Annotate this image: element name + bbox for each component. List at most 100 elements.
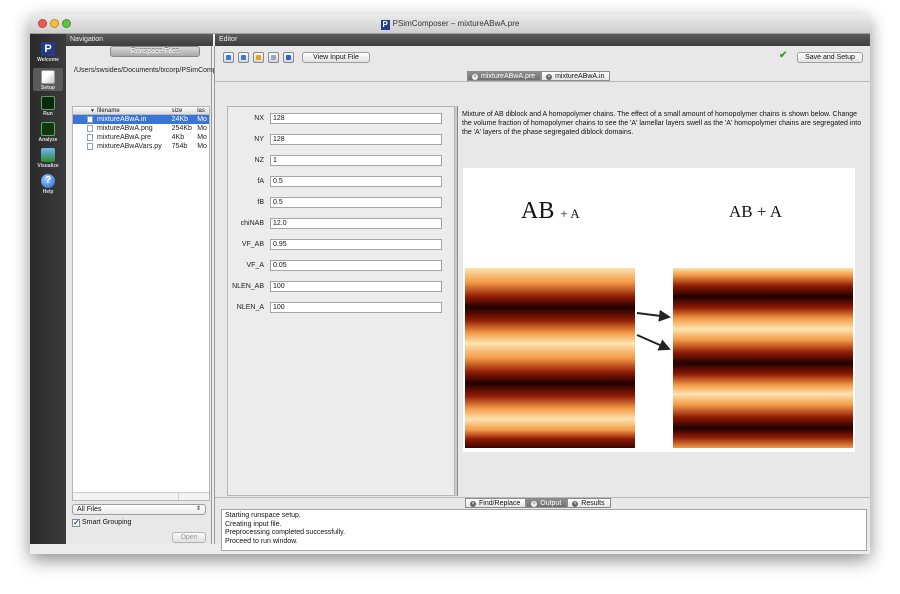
tab-label: Results <box>581 500 605 507</box>
param-label: NX <box>254 115 264 122</box>
param-row-chinab: chiNAB 12.0 <box>228 218 454 229</box>
dock-item-run[interactable]: Run <box>33 96 63 117</box>
p-logo-icon: P <box>41 42 55 56</box>
app-logo-icon: P <box>380 20 390 30</box>
file-icon <box>87 134 93 141</box>
description-text: Mixture of AB diblock and A homopolymer … <box>462 111 862 136</box>
close-window-button[interactable] <box>38 19 47 28</box>
column-last-modified[interactable]: las <box>195 107 209 114</box>
view-input-file-button[interactable]: View Input File <box>302 52 370 63</box>
param-input-vf-ab[interactable]: 0.95 <box>270 239 442 250</box>
param-input-nz[interactable]: 1 <box>270 155 442 166</box>
output-line: Starting runspace setup. <box>225 512 301 519</box>
output-line: Preprocessing completed successfully. <box>225 529 346 536</box>
tab-mixture-in[interactable]: × mixtureABwA.in <box>541 71 611 81</box>
visualize-icon <box>41 148 55 162</box>
tab-close-icon[interactable]: × <box>531 501 538 507</box>
file-size: 4Kb <box>171 134 185 141</box>
file-size: 754b <box>171 143 188 150</box>
dock-item-help[interactable]: ? Help <box>33 174 63 195</box>
file-filter-select[interactable]: All Files ⇕ <box>72 504 206 515</box>
param-row-fa: fA 0.5 <box>228 176 454 187</box>
tab-find-replace[interactable]: × Find/Replace <box>465 498 527 508</box>
figure-label-left-main: AB <box>521 198 555 224</box>
tab-mixture-pre[interactable]: × mixtureABwA.pre <box>467 71 542 81</box>
smart-grouping-label: Smart Grouping <box>82 519 132 526</box>
param-row-nlen-a: NLEN_A 100 <box>228 302 454 313</box>
minimize-window-button[interactable] <box>50 19 59 28</box>
lamellar-image-left <box>465 268 635 448</box>
add-file-button[interactable] <box>283 52 294 63</box>
file-row[interactable]: mixtureABwAVars.py 754b Mo <box>73 142 209 151</box>
new-file-button[interactable] <box>223 52 234 63</box>
dock-item-visualize[interactable]: Visualize <box>33 148 63 169</box>
file-row[interactable]: mixtureABwA.in 24Kb Mo <box>73 115 209 124</box>
param-row-nlen-ab: NLEN_AB 100 <box>228 281 454 292</box>
param-row-nz: NZ 1 <box>228 155 454 166</box>
param-input-nlen-ab[interactable]: 100 <box>270 281 442 292</box>
param-label: fA <box>257 178 264 185</box>
param-input-fa[interactable]: 0.5 <box>270 176 442 187</box>
dock-item-setup[interactable]: Setup <box>33 68 63 91</box>
file-modified: Mo <box>197 143 207 150</box>
open-button[interactable]: Open <box>172 532 206 543</box>
tab-close-icon[interactable]: × <box>546 74 553 80</box>
file-table[interactable]: filename size las ▼ mixtureABwA.in 24Kb … <box>72 106 210 501</box>
lamellar-figure: AB + A AB + A <box>463 168 855 452</box>
file-row[interactable]: mixtureABwA.png 254Kb Mo <box>73 124 209 133</box>
param-label: VF_AB <box>241 241 264 248</box>
param-input-nlen-a[interactable]: 100 <box>270 302 442 313</box>
sort-arrow-icon: ▼ <box>90 108 95 114</box>
param-label: NZ <box>254 157 264 164</box>
save-icon <box>256 55 261 60</box>
analyze-icon <box>41 122 55 136</box>
param-label: fB <box>257 199 264 206</box>
dock-label: Setup <box>41 85 55 91</box>
figure-label-left: AB + A <box>521 198 580 225</box>
lamellar-image-right <box>673 268 853 448</box>
param-input-fb[interactable]: 0.5 <box>270 197 442 208</box>
tab-close-icon[interactable]: × <box>572 501 579 507</box>
dock-label: Visualize <box>37 163 59 169</box>
param-input-nx[interactable]: 128 <box>270 113 442 124</box>
window-title: PSimComposer – mixtureABwA.pre <box>392 19 520 28</box>
title-bar: P PSimComposer – mixtureABwA.pre <box>30 14 870 34</box>
navigation-header: Navigation <box>66 34 213 46</box>
tab-label: mixtureABwA.pre <box>481 73 536 80</box>
file-row[interactable]: mixtureABwA.pre 4Kb Mo <box>73 133 209 142</box>
param-input-chinab[interactable]: 12.0 <box>270 218 442 229</box>
success-check-icon: ✔ <box>779 50 788 61</box>
output-line: Creating input file. <box>225 520 282 528</box>
dock-item-analyze[interactable]: Analyze <box>33 122 63 143</box>
save-file-button[interactable] <box>253 52 264 63</box>
tab-output[interactable]: × Output <box>526 498 568 508</box>
param-row-nx: NX 128 <box>228 113 454 124</box>
file-size: 24Kb <box>171 116 189 123</box>
dock-item-welcome[interactable]: P Welcome <box>33 42 63 63</box>
output-console[interactable]: Starting runspace setup. Creating input … <box>221 509 867 551</box>
copy-file-button[interactable] <box>268 52 279 63</box>
runspace-path: /Users/swsides/Documents/txcorp/PSimComp… <box>74 67 300 74</box>
open-file-button[interactable] <box>238 52 249 63</box>
zoom-window-button[interactable] <box>62 19 71 28</box>
tab-close-icon[interactable]: × <box>472 74 478 80</box>
tab-close-icon[interactable]: × <box>470 501 476 507</box>
new-file-icon <box>226 55 231 60</box>
panel-splitter[interactable] <box>455 106 458 496</box>
dock-label: Analyze <box>38 137 58 143</box>
file-filter-value: All Files <box>77 506 102 513</box>
column-filename[interactable]: filename <box>73 107 170 114</box>
param-label: NLEN_AB <box>232 283 264 290</box>
param-input-ny[interactable]: 128 <box>270 134 442 145</box>
param-row-fb: fB 0.5 <box>228 197 454 208</box>
save-and-setup-button[interactable]: Save and Setup <box>797 52 863 63</box>
file-table-scrollbar[interactable] <box>73 492 209 500</box>
runspace-files-button[interactable]: Runspace Files <box>110 46 200 57</box>
file-icon <box>87 116 93 123</box>
help-icon: ? <box>41 174 55 188</box>
param-input-vf-a[interactable]: 0.05 <box>270 260 442 271</box>
smart-grouping-checkbox[interactable]: ✓ Smart Grouping <box>72 518 131 527</box>
tab-results[interactable]: × Results <box>567 498 611 508</box>
column-size[interactable]: size <box>170 107 196 114</box>
param-label: VF_A <box>246 262 264 269</box>
